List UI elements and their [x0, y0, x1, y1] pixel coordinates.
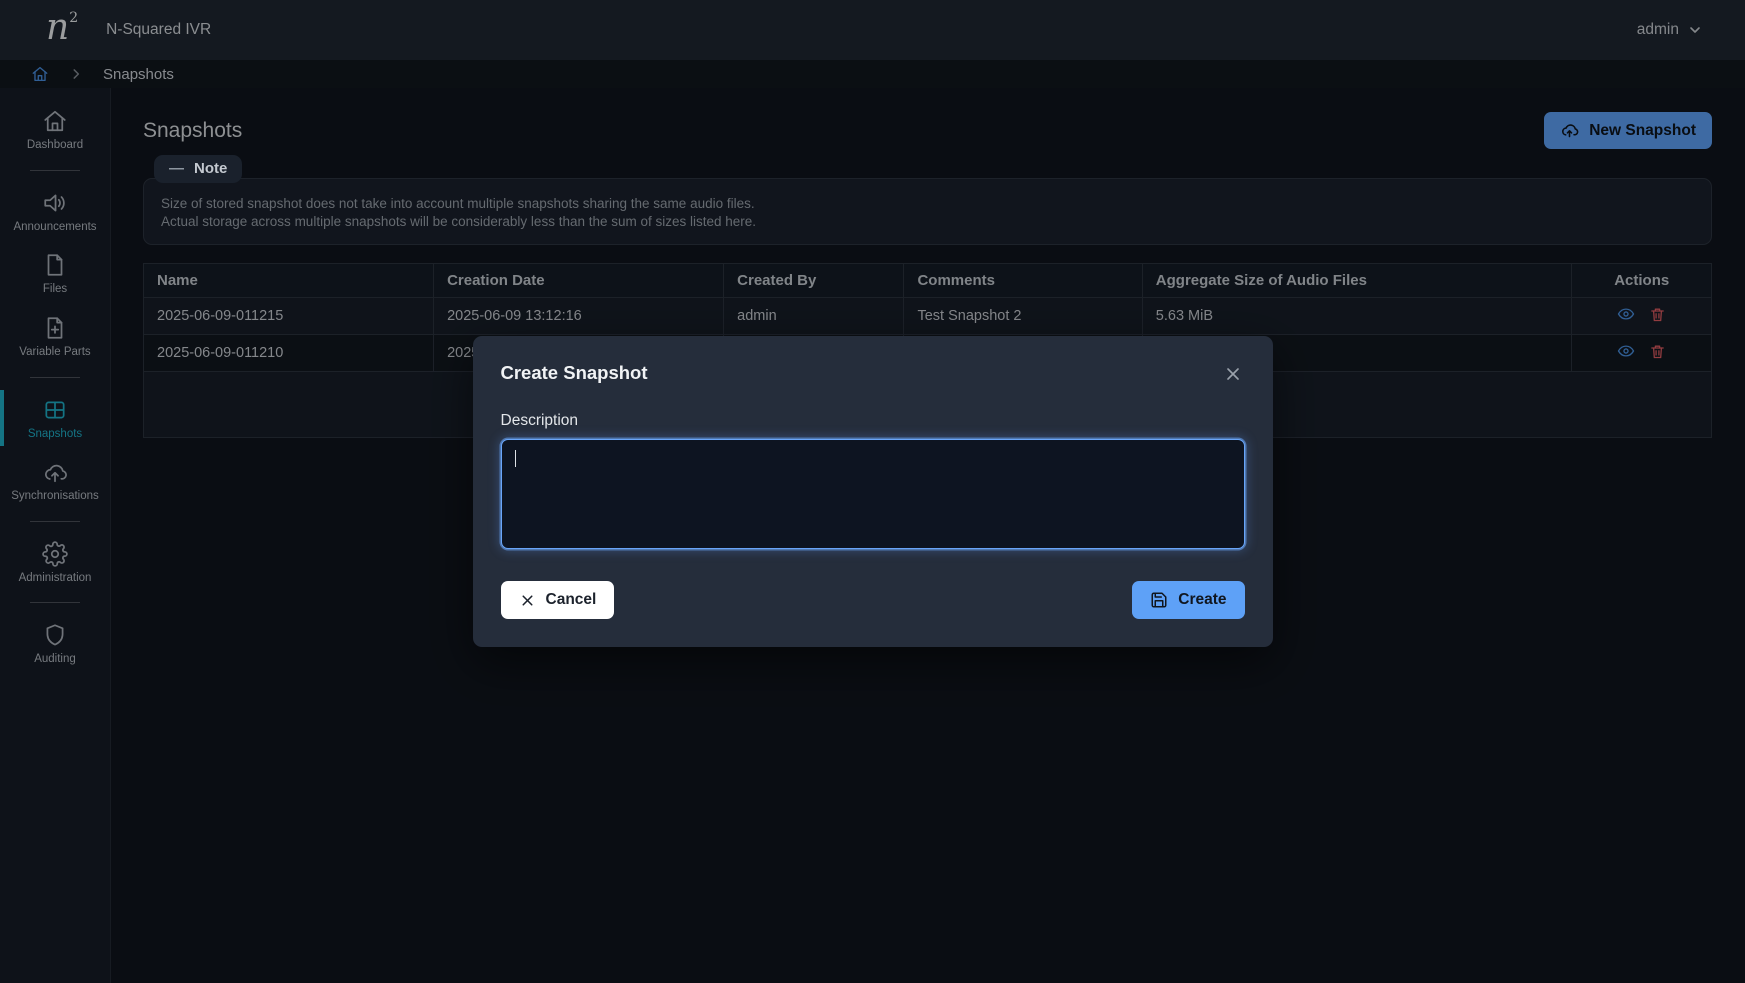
create-button[interactable]: Create — [1132, 581, 1244, 619]
create-snapshot-modal: Create Snapshot Description Cancel Creat… — [473, 336, 1273, 647]
text-cursor — [515, 450, 517, 467]
note-legend: — Note — [154, 155, 242, 183]
modal-title: Create Snapshot — [501, 362, 648, 384]
description-input[interactable] — [501, 439, 1245, 549]
close-icon — [519, 592, 536, 609]
close-icon[interactable] — [1221, 362, 1245, 386]
note-dash: — — [169, 160, 184, 177]
cancel-button[interactable]: Cancel — [501, 581, 615, 619]
save-icon — [1150, 591, 1168, 609]
description-label: Description — [501, 412, 1245, 430]
